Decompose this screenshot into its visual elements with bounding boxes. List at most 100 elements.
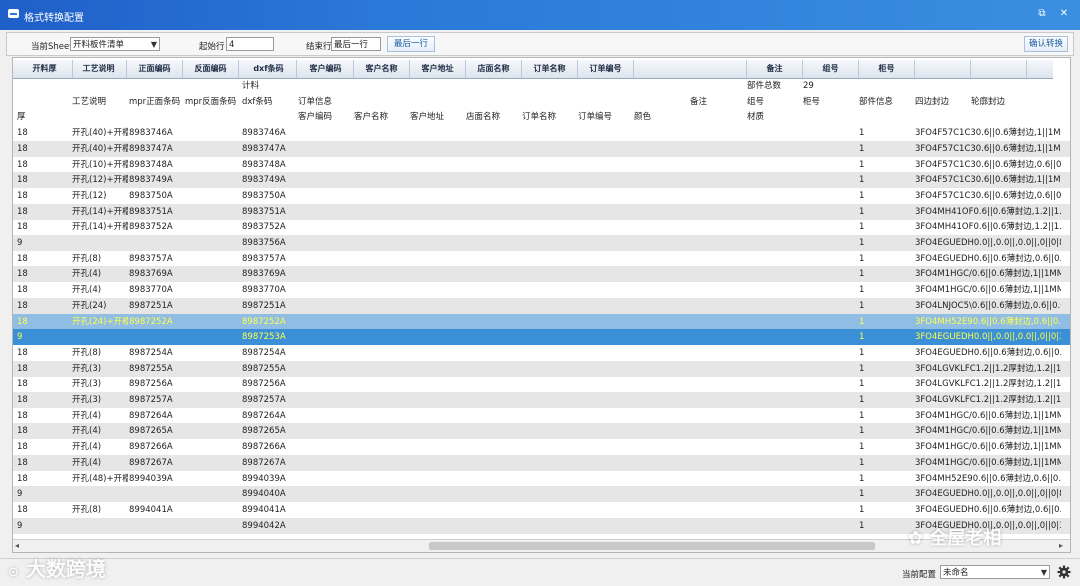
grid-cell: 8983757A — [129, 253, 173, 264]
column-header-order-name[interactable]: 订单名称 — [522, 60, 578, 78]
table-row[interactable]: 9 8983756A 1 3FO4EGUEDH0.0||,0.0||,0.0||,0|… — [13, 235, 1070, 251]
grid-cell: 3FO4EGUEDH0.0||,0.0||,0.0||,0||0|811 — [915, 238, 1061, 248]
header-info-row[interactable]: 厚 客户编码 客户名称 客户地址 店面名称 订单名称 订单编号 颜色 材质 — [13, 109, 1070, 125]
grid-cell: 3FO4M1HGC/0.6||0.6薄封边,1||1MM||0.6薄 — [915, 410, 1061, 421]
grid-cell: 18 — [17, 504, 28, 515]
table-row[interactable]: 18 开孔(4) 8987266A 8987266A 1 3FO4M1HGC/0.6||0… — [13, 439, 1070, 455]
grid-cell: 9 — [17, 238, 23, 248]
watermark-left: ⊙ 大数跨境 — [8, 553, 106, 582]
column-header-group[interactable]: 组号 — [803, 60, 859, 78]
grid-cell: 1 — [859, 489, 865, 500]
table-row[interactable]: 18 开孔(4) 8983769A 8983769A 1 3FO4M1HGC/0.6||0… — [13, 266, 1070, 283]
column-header-store-name[interactable]: 店面名称 — [466, 60, 522, 78]
table-row[interactable]: 18 开孔(4) 8987264A 8987264A 1 3FO4M1HGC/0.6||0… — [13, 408, 1070, 424]
start-row-input[interactable]: 4 — [226, 37, 274, 51]
table-row[interactable]: 18 开孔(3) 8987257A 8987257A 1 3FO4LGVKLFC1.2||… — [13, 392, 1070, 408]
table-row[interactable]: 18 开孔(3) 8987256A 8987256A 1 3FO4LGVKLFC1.2||… — [13, 376, 1070, 392]
table-row[interactable]: 18 开孔(40)+开槽 8983746A 8983746A 1 3FO4F57C1C30… — [13, 125, 1070, 141]
column-header-blank-a[interactable] — [634, 60, 747, 78]
table-row[interactable]: 18 开孔(40)+开槽 8983747A 8983747A 1 3FO4F57C1C30… — [13, 140, 1070, 157]
header-info-row[interactable]: 工艺说明 mpr正面条码 mpr反面条码 dxf条码 订单信息 备注 组号 柜号 部件信息 四边封… — [13, 94, 1070, 110]
column-header-remark[interactable]: 备注 — [747, 60, 803, 78]
table-row[interactable]: 18 开孔(3) 8987255A 8987255A 1 3FO4LGVKLFC1.2||… — [13, 360, 1070, 377]
config-select-value: 未命名 — [943, 568, 969, 578]
column-header-customer-name[interactable]: 客户名称 — [354, 60, 410, 78]
grid-cell: 8987267A — [242, 457, 286, 468]
grid-cell: 1 — [859, 206, 865, 217]
grid-cell: 开孔(4) — [72, 285, 102, 296]
last-row-button[interactable]: 最后一行 — [387, 36, 435, 52]
restore-button[interactable]: ⧉ — [1034, 6, 1050, 22]
grid-cell: 9 — [17, 520, 23, 531]
grid-cell: 备注 — [690, 96, 708, 107]
column-header-blank-b[interactable] — [915, 60, 971, 78]
grid-cell: 开孔(12) — [72, 190, 107, 201]
grid-cell: 8983756A — [242, 238, 286, 248]
grid-cell: 1 — [859, 190, 865, 201]
column-header-order-number[interactable]: 订单编号 — [578, 60, 634, 78]
grid-cell: 8983757A — [242, 253, 286, 264]
table-row[interactable]: 18 开孔(12) 8983750A 8983750A 1 3FO4F57C1C30.6|… — [13, 188, 1070, 204]
grid-cell: 1 — [859, 269, 865, 280]
column-header-thickness[interactable]: 开料厚 — [17, 60, 73, 78]
column-header-front-code[interactable]: 正面编码 — [127, 60, 183, 78]
table-row[interactable]: 18 开孔(24) 8987251A 8987251A 1 3FO4LNJOC5\0.6|… — [13, 297, 1070, 314]
grid-cell: 8987254A — [242, 347, 286, 358]
grid-cell: 1 — [859, 316, 865, 327]
column-header-blank-c[interactable] — [971, 60, 1027, 78]
table-row[interactable]: 9 8987253A 1 3FO4EGUEDH0.0||,0.0||,0.0||,0|… — [13, 329, 1070, 346]
grid-cell: 计料 — [242, 81, 260, 91]
table-row[interactable]: 18 开孔(14)+开槽 8983751A 8983751A 1 3FO4MH41OF0.… — [13, 203, 1070, 220]
grid-cell: 8983747A — [242, 143, 286, 154]
column-header-dxf-code[interactable]: dxf条码 — [241, 60, 297, 78]
grid-cell: 8987251A — [242, 300, 286, 311]
grid-cell: 8987266A — [129, 442, 173, 453]
grid-cell: 3FO4EGUEDH0.0||,0.0||,0.0||,0||0|340 — [915, 332, 1061, 343]
grid-cell: 3FO4EGUEDH0.6||0.6薄封边,0.6||0.6薄 — [915, 253, 1061, 264]
table-row[interactable]: 18 开孔(8) 8983757A 8983757A 1 3FO4EGUEDH0.6||0… — [13, 251, 1070, 267]
table-row[interactable]: 18 开孔(4) 8987267A 8987267A 1 3FO4M1HGC/0.6||0… — [13, 454, 1070, 471]
table-row[interactable]: 18 开孔(24)+开槽 8987252A 8987252A 1 3FO4MH52E90.… — [13, 313, 1070, 330]
grid-cell: 开孔(3) — [72, 379, 102, 390]
grid-cell: 8994039A — [242, 473, 286, 484]
grid-cell: 组号 — [747, 96, 765, 107]
grid-cell: 18 — [17, 426, 28, 437]
column-header-customer-address[interactable]: 客户地址 — [410, 60, 466, 78]
grid-cell: 8987256A — [242, 379, 286, 390]
scrollbar-thumb[interactable] — [429, 542, 875, 550]
confirm-convert-button[interactable]: 确认转换 — [1024, 36, 1068, 52]
gear-icon[interactable] — [1057, 565, 1071, 579]
grid-cell: 1 — [859, 159, 865, 170]
sheet-select[interactable]: 开料板件清单 ▼ — [70, 37, 160, 51]
scroll-left-icon[interactable]: ◂ — [15, 541, 19, 550]
table-row[interactable]: 18 开孔(4) 8987265A 8987265A 1 3FO4M1HGC/0.6||0… — [13, 423, 1070, 440]
close-button[interactable]: ✕ — [1056, 6, 1072, 22]
table-row[interactable]: 18 开孔(12)+开槽 8983749A 8983749A 1 3FO4F57C1C30… — [13, 172, 1070, 189]
table-row[interactable]: 18 开孔(8) 8987254A 8987254A 1 3FO4EGUEDH0.6||0… — [13, 345, 1070, 361]
table-row[interactable]: 18 开孔(48)+开槽 8994039A 8994039A 1 3FO4MH52E90.… — [13, 471, 1070, 487]
scroll-right-icon[interactable]: ▸ — [1059, 541, 1063, 550]
grid-cell: 1 — [859, 395, 865, 405]
table-row[interactable]: 18 开孔(14)+开槽 8983752A 8983752A 1 3FO4MH41OF0.… — [13, 219, 1070, 235]
table-row[interactable]: 18 开孔(8) 8994041A 8994041A 1 3FO4EGUEDH0.6||0… — [13, 502, 1070, 518]
grid-cell: 3FO4LGVKLFC1.2||1.2厚封边,1.2||1.2厚 — [915, 363, 1061, 374]
header-info-row[interactable]: 计料 部件总数 29 — [13, 78, 1070, 94]
grid-cell: 9 — [17, 332, 23, 343]
column-header-process[interactable]: 工艺说明 — [71, 60, 127, 78]
grid-cell: 颜色 — [634, 112, 652, 123]
grid-cell: 1 — [859, 253, 865, 264]
grid-cell: 8983770A — [242, 285, 286, 296]
table-row[interactable]: 18 开孔(10)+开槽 8983748A 8983748A 1 3FO4F57C1C30… — [13, 157, 1070, 173]
grid-cell: 29 — [803, 81, 814, 91]
table-row[interactable]: 18 开孔(4) 8983770A 8983770A 1 3FO4M1HGC/0.6||0… — [13, 282, 1070, 298]
end-row-input[interactable]: 最后一行 — [331, 37, 381, 51]
grid-cell: 8983750A — [129, 190, 173, 201]
column-header-cabinet[interactable]: 柜号 — [859, 60, 915, 78]
grid-cell: 3FO4EGUEDH0.6||0.6薄封边,0.6||0.6薄 — [915, 504, 1061, 515]
column-header-back-code[interactable]: 反面编码 — [183, 60, 239, 78]
column-header-customer-code[interactable]: 客户编码 — [298, 60, 354, 78]
grid-cell: 8983750A — [242, 190, 286, 201]
config-select[interactable]: 未命名 ▼ — [940, 565, 1050, 579]
table-row[interactable]: 9 8994040A 1 3FO4EGUEDH0.0||,0.0||,0.0||,0|… — [13, 486, 1070, 503]
grid-cell: 1 — [859, 332, 865, 343]
